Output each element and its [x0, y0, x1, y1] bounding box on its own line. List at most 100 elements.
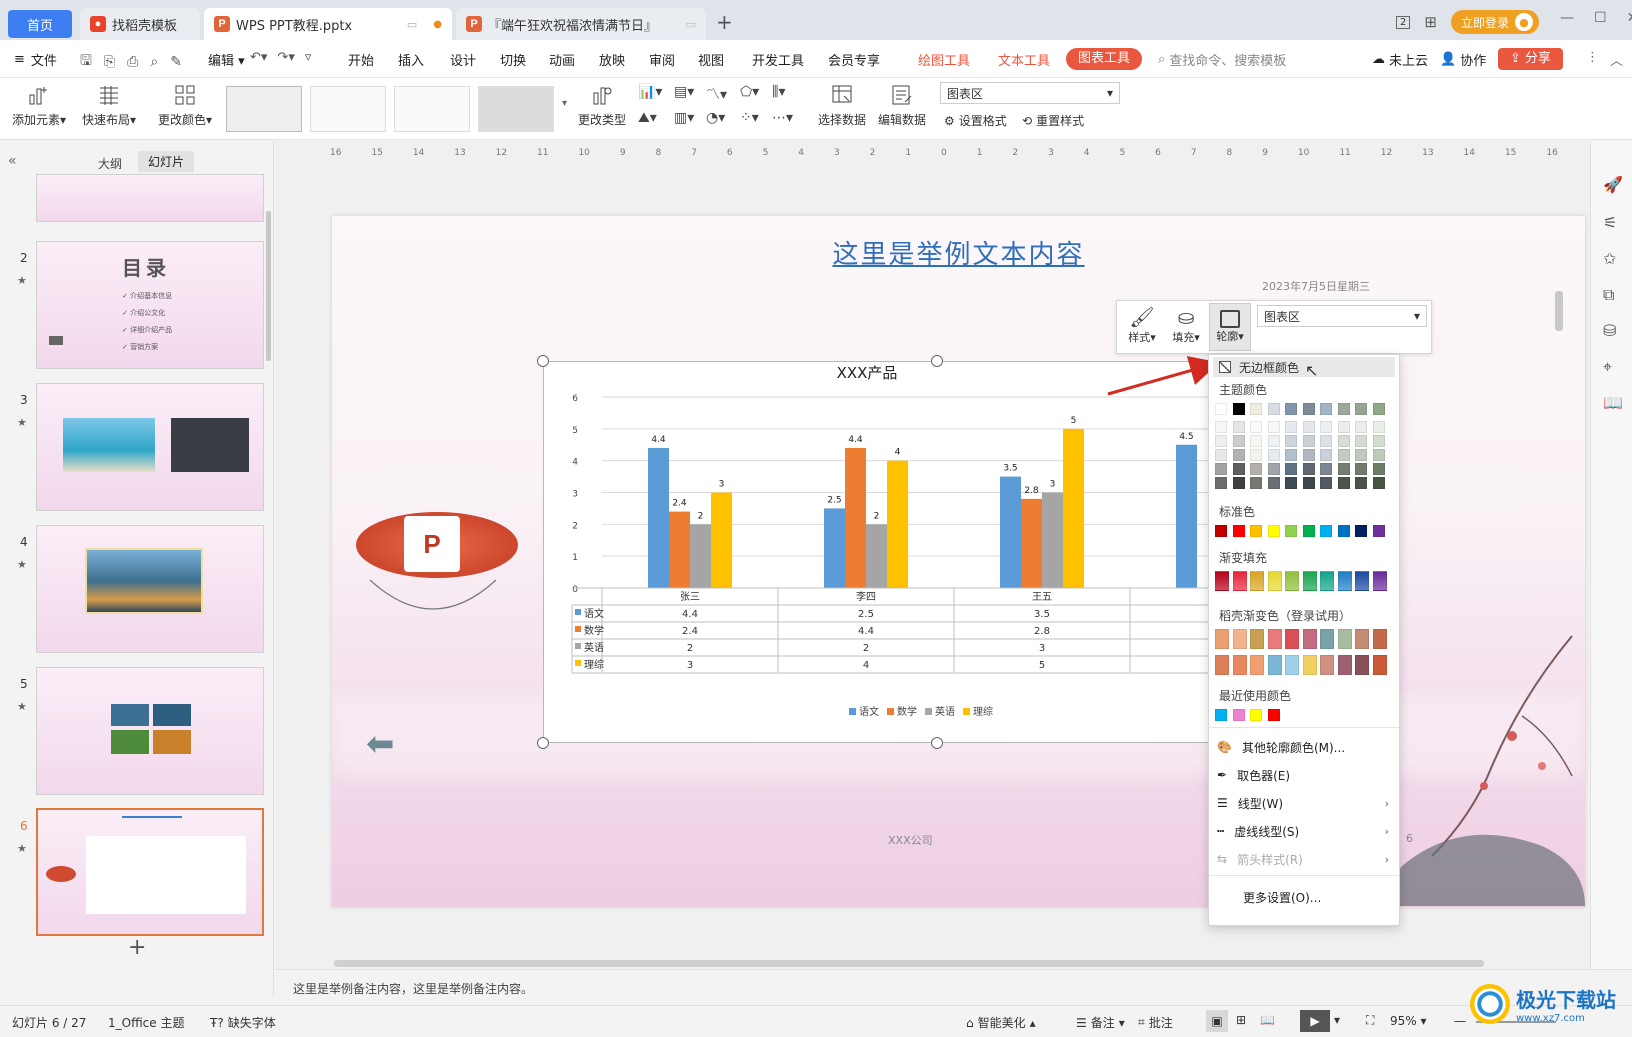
docer-gradient-swatch[interactable]	[1267, 629, 1282, 649]
horizontal-scrollbar[interactable]	[334, 960, 1484, 967]
style-button[interactable]: 🖌 样式▾	[1123, 305, 1161, 345]
docer-gradient-swatch[interactable]	[1285, 629, 1299, 649]
theme-shade-swatch[interactable]	[1372, 435, 1385, 447]
new-tab-plus-icon[interactable]: +	[716, 10, 733, 34]
standard-color-swatch[interactable]	[1250, 525, 1262, 537]
missing-font-button[interactable]: Ŧ? 缺失字体	[210, 1014, 276, 1031]
chart-style-1[interactable]	[226, 86, 302, 132]
theme-color-swatch[interactable]	[1267, 403, 1280, 415]
theme-shade-swatch[interactable]	[1355, 477, 1367, 489]
theme-shade-swatch[interactable]	[1232, 463, 1245, 475]
edit-menu[interactable]: 编辑 ▾	[208, 50, 245, 69]
theme-shade-swatch[interactable]	[1320, 449, 1332, 461]
more-outline-colors-item[interactable]: 🎨 其他轮廓颜色(M)...	[1217, 735, 1393, 759]
chart-style-3[interactable]	[394, 86, 470, 132]
fit-window-icon[interactable]: ⛶	[1366, 1013, 1374, 1028]
docer-gradient-swatch[interactable]	[1372, 655, 1387, 675]
add-element-button[interactable]: 添加元素▾	[12, 82, 66, 128]
theme-shade-swatch[interactable]	[1285, 449, 1297, 461]
theme-shade-swatch[interactable]	[1267, 449, 1280, 461]
monitor-icon-2[interactable]: ▭	[686, 18, 696, 31]
theme-color-swatch[interactable]	[1215, 403, 1227, 415]
gradient-swatch[interactable]	[1232, 571, 1247, 591]
theme-shade-swatch[interactable]	[1372, 421, 1385, 433]
notes-toggle-button[interactable]: ☰ 备注 ▾	[1076, 1014, 1125, 1031]
resize-handle[interactable]	[931, 355, 943, 367]
theme-shade-swatch[interactable]	[1320, 477, 1332, 489]
book-icon[interactable]: 📖	[1603, 393, 1623, 412]
cloud-status[interactable]: ☁ 未上云	[1372, 50, 1428, 69]
slide-thumb-1[interactable]	[36, 174, 264, 222]
outline-button[interactable]: 轮廓▾	[1209, 303, 1251, 351]
theme-shade-swatch[interactable]	[1302, 449, 1315, 461]
gradient-swatch[interactable]	[1372, 571, 1387, 591]
maximize-icon[interactable]: ☐	[1594, 10, 1607, 26]
column-chart-type-icon[interactable]: ▤▾	[674, 84, 694, 100]
standard-color-swatch[interactable]	[1355, 525, 1367, 537]
theme-shade-swatch[interactable]	[1285, 421, 1297, 433]
theme-color-swatch[interactable]	[1320, 403, 1332, 415]
docer-gradient-swatch[interactable]	[1215, 629, 1229, 649]
share-button[interactable]: ⇪ 分享	[1498, 48, 1563, 70]
smart-beautify-button[interactable]: ⌂ 智能美化 ▴	[966, 1014, 1036, 1031]
menu-drawing-tools[interactable]: 绘图工具	[918, 50, 970, 69]
theme-shade-swatch[interactable]	[1372, 477, 1385, 489]
gradient-swatch[interactable]	[1337, 571, 1352, 591]
zoom-level[interactable]: 95% ▾	[1390, 1014, 1427, 1028]
theme-shade-swatch[interactable]	[1337, 477, 1350, 489]
theme-shade-swatch[interactable]	[1215, 449, 1227, 461]
menu-member[interactable]: 会员专享	[828, 50, 880, 69]
standard-color-swatch[interactable]	[1302, 525, 1315, 537]
pie-chart-type-icon[interactable]: ◔▾	[706, 110, 725, 126]
monitor-icon[interactable]: ▭	[407, 18, 417, 31]
quick-layout-button[interactable]: 快速布局▾	[82, 82, 136, 128]
resize-handle[interactable]	[931, 737, 943, 749]
theme-shade-swatch[interactable]	[1215, 477, 1227, 489]
docer-gradient-swatch[interactable]	[1250, 629, 1264, 649]
docer-gradient-swatch[interactable]	[1302, 655, 1317, 675]
docer-gradient-swatch[interactable]	[1337, 629, 1352, 649]
slide-thumb-3[interactable]	[36, 383, 264, 511]
theme-name[interactable]: 1_Office 主题	[108, 1014, 184, 1031]
slide-thumb-2[interactable]: 目录 ✓ 介绍基本信息 ✓ 介绍公文化 ✓ 详细介绍产品 ✓ 营销方案	[36, 241, 264, 369]
theme-shade-swatch[interactable]	[1355, 463, 1367, 475]
chart-frame[interactable]: XXX产品 6 5 4 3 2 1 0 4.4 2.4 2 3 2.5 4.4 2 4 3.5 2.8 3 5 4.5 张…	[543, 361, 1307, 743]
menu-design[interactable]: 设计	[450, 50, 476, 69]
theme-shade-swatch[interactable]	[1250, 421, 1262, 433]
normal-view-icon[interactable]: ▣	[1206, 1010, 1228, 1032]
chart-style-more-icon[interactable]: ▾	[562, 98, 567, 109]
docer-gradient-swatch[interactable]	[1285, 655, 1299, 675]
add-slide-button[interactable]: +	[128, 935, 146, 960]
theme-shade-swatch[interactable]	[1302, 463, 1315, 475]
theme-shade-swatch[interactable]	[1267, 421, 1280, 433]
settings-sliders-icon[interactable]: ⚟	[1603, 213, 1617, 232]
comment-button[interactable]: ⌗ 批注	[1138, 1014, 1173, 1031]
minimize-icon[interactable]: —	[1560, 10, 1574, 26]
theme-shade-swatch[interactable]	[1372, 463, 1385, 475]
docer-gradient-swatch[interactable]	[1267, 655, 1282, 675]
login-button[interactable]: 立即登录 ●	[1450, 10, 1539, 34]
theme-shade-swatch[interactable]	[1337, 421, 1350, 433]
tab-template[interactable]: ● 找稻壳模板	[80, 8, 200, 40]
docer-gradient-swatch[interactable]	[1372, 629, 1387, 649]
theme-shade-swatch[interactable]	[1232, 477, 1245, 489]
menu-start[interactable]: 开始	[348, 50, 374, 69]
gradient-swatch[interactable]	[1285, 571, 1299, 591]
print-icon[interactable]: ⎙	[127, 54, 138, 70]
gradient-swatch[interactable]	[1320, 571, 1334, 591]
theme-shade-swatch[interactable]	[1267, 463, 1280, 475]
collaborate-button[interactable]: 👤 协作	[1440, 50, 1486, 69]
chart-style-4[interactable]	[478, 86, 554, 132]
docer-gradient-swatch[interactable]	[1302, 629, 1317, 649]
collapse-panel-icon[interactable]: «	[8, 153, 17, 169]
select-data-button[interactable]: 选择数据	[818, 82, 866, 128]
docer-gradient-swatch[interactable]	[1232, 655, 1247, 675]
sorter-view-icon[interactable]: ⊞	[1236, 1013, 1246, 1027]
theme-shade-swatch[interactable]	[1267, 477, 1280, 489]
eyedropper-item[interactable]: ✒ 取色器(E)	[1217, 763, 1393, 787]
menu-transition[interactable]: 切换	[500, 50, 526, 69]
menu-developer[interactable]: 开发工具	[752, 50, 804, 69]
print-preview-icon[interactable]: ⌕	[150, 54, 158, 70]
theme-shade-swatch[interactable]	[1285, 435, 1297, 447]
menu-slideshow[interactable]: 放映	[599, 50, 625, 69]
